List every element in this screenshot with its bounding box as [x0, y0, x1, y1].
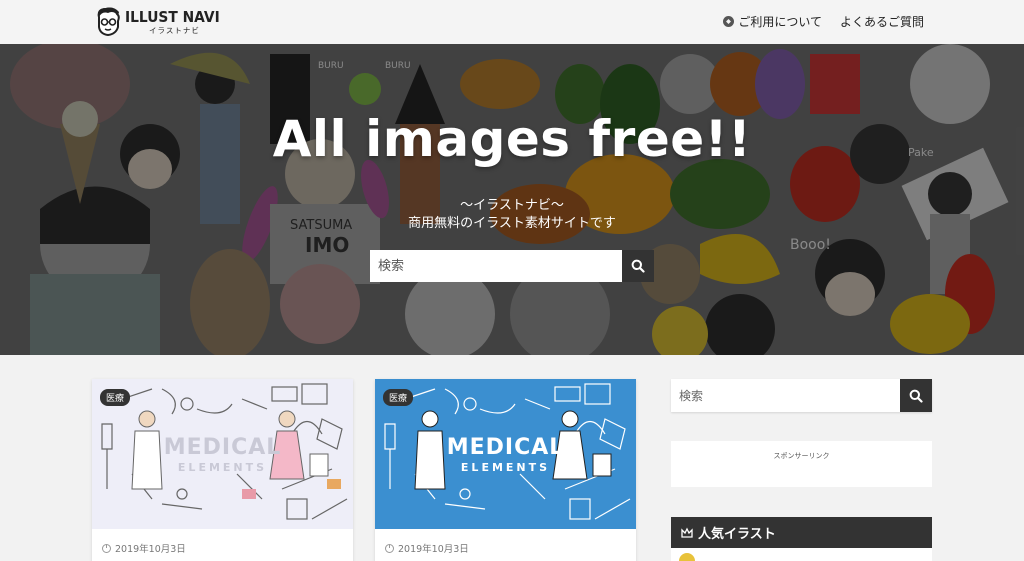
nav-item-label: よくあるご質問 [839, 15, 924, 29]
post-thumbnail[interactable]: MEDICAL ELEMENTS 医療 [375, 379, 636, 529]
post-thumbnail[interactable]: MEDICAL ELEMENTS 医療 [92, 379, 353, 529]
sponsor-label: スポンサーリンク [773, 452, 830, 460]
site-logo[interactable]: ILLUST NAVI イラストナビ [94, 6, 228, 38]
thumbnail-subtitle: ELEMENTS [177, 461, 268, 474]
compass-icon [723, 16, 735, 27]
logo-text: ILLUST NAVI [125, 7, 220, 26]
post-date-text: 2019年10月3日 [115, 544, 186, 555]
search-icon [909, 389, 923, 403]
site-header: ILLUST NAVI イラストナビ ご利用について よくあるご質問 [0, 0, 1024, 44]
sponsor-box: スポンサーリンク [671, 441, 932, 487]
crown-icon [681, 527, 693, 538]
hero-subtitle: 〜イラストナビ〜 [460, 198, 564, 213]
clock-icon [102, 543, 111, 553]
nav-item-label: ご利用について [738, 15, 822, 29]
category-badge[interactable]: 医療 [100, 389, 131, 406]
thumbnail-title: MEDICAL [446, 435, 565, 460]
hero-title: All images free!! [272, 110, 752, 168]
sidebar-search-button[interactable] [900, 379, 932, 412]
popular-list [671, 548, 932, 561]
post-card[interactable]: MEDICAL ELEMENTS 医療 2019年10月3日 [375, 379, 636, 561]
rank-badge [679, 553, 695, 561]
category-badge[interactable]: 医療 [383, 389, 414, 406]
nav-item-usage[interactable]: ご利用について [723, 13, 822, 30]
nav-item-faq[interactable]: よくあるご質問 [840, 13, 924, 30]
hero-tagline: 商用無料のイラスト素材サイトです [408, 216, 616, 231]
logo-face-icon [97, 7, 120, 37]
popular-title: 人気イラスト [698, 527, 776, 542]
post-card[interactable]: MEDICAL ELEMENTS 医療 2019年10月3日 [92, 379, 353, 561]
thumbnail-subtitle: ELEMENTS [460, 461, 551, 474]
popular-illustrations-header: 人気イラスト [671, 517, 932, 548]
sidebar-search-input[interactable] [671, 379, 900, 412]
clock-icon [385, 543, 394, 553]
search-icon [631, 259, 645, 273]
logo-subtext: イラストナビ [149, 25, 200, 35]
header-nav: ご利用について よくあるご質問 [705, 13, 924, 30]
post-date: 2019年10月3日 [385, 541, 469, 555]
sidebar-search-form [671, 379, 932, 412]
hero-search-button[interactable] [622, 250, 654, 282]
hero-banner: SATSUMA IMO BURU BURU Booo! Pake All ima… [0, 44, 1024, 355]
post-date: 2019年10月3日 [102, 541, 186, 555]
post-date-text: 2019年10月3日 [398, 544, 469, 555]
hero-search-form [370, 250, 654, 282]
hero-search-input[interactable] [370, 250, 622, 282]
thumbnail-title: MEDICAL [163, 435, 282, 460]
